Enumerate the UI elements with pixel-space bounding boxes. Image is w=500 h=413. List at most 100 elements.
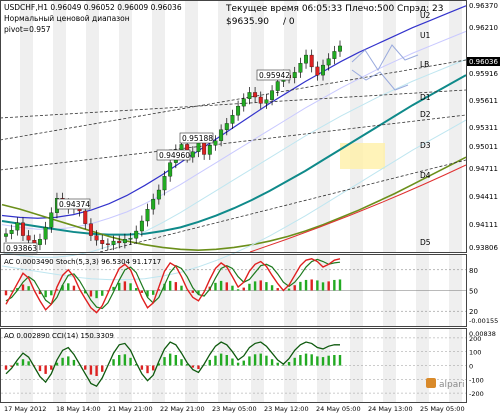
x-tick-label: 21 May 21:00 — [108, 405, 153, 413]
candle-body — [100, 239, 105, 244]
ao-bar — [197, 365, 200, 369]
candle-body — [338, 45, 342, 52]
candle-body — [15, 222, 20, 231]
candle-body — [105, 243, 110, 245]
candle-body — [292, 72, 297, 79]
ao-bar — [140, 365, 144, 370]
candle-body — [83, 210, 88, 224]
price-tick-label: 0.93806 — [469, 244, 498, 252]
ao-bar — [129, 357, 132, 366]
ao-bar — [89, 365, 93, 375]
candle-body — [264, 99, 269, 104]
cci-scale-label: 200 — [469, 335, 481, 343]
annotation-label: 0.93863 — [6, 244, 37, 253]
cci-scale-label: 0 — [469, 363, 473, 371]
x-tick-label: 17 May 2012 — [4, 405, 46, 413]
annotation-label: 0.95942 — [259, 71, 290, 80]
level-label: LB — [420, 60, 429, 69]
candle-body — [304, 54, 308, 64]
ac-bar — [265, 282, 268, 291]
candle-body — [38, 239, 42, 245]
stoch-scale-label: 80 — [469, 267, 478, 275]
ac-bar — [50, 290, 53, 296]
ac-bar — [287, 288, 291, 291]
ao-bar — [168, 353, 172, 366]
ac-bar — [140, 290, 144, 293]
ac-bar — [236, 289, 240, 291]
ao-bar — [61, 357, 64, 366]
x-tick-label: 24 May 13:00 — [368, 405, 413, 413]
candle-body — [207, 145, 212, 155]
candle-body — [275, 81, 280, 91]
ao-bar — [72, 359, 76, 366]
candle-body — [196, 142, 201, 152]
ac-bar — [253, 281, 257, 291]
level-label: D2 — [420, 110, 431, 119]
level-label: D1 — [420, 93, 431, 102]
ao-bar — [287, 362, 291, 366]
server-time: Текущее время 06:05:33 Плечо:500 Спрэд: … — [225, 4, 443, 14]
ac-bar — [327, 281, 330, 291]
stochastic-title: AC 0.0003490 Stoch(5,3,3) 96.5304 91.171… — [4, 258, 161, 266]
price-tick-label: 0.95916 — [469, 70, 498, 78]
ao-bar — [21, 359, 25, 366]
annotation-label: 0.94960 — [159, 151, 190, 160]
ac-bar — [225, 282, 228, 291]
x-tick-label: 22 May 21:00 — [160, 405, 205, 413]
candle-body — [224, 123, 229, 130]
price-tick-label: 0.94411 — [469, 193, 498, 201]
annotation-label: 0.95188 — [182, 134, 213, 143]
ac-bar — [276, 288, 279, 291]
x-tick-label: 18 May 14:00 — [56, 405, 101, 413]
current-price-label: 0.96036 — [469, 58, 498, 66]
price-tick-label: 0.95311 — [469, 124, 498, 132]
candle-body — [139, 220, 144, 232]
candle-body — [43, 227, 48, 240]
range-label: Нормальный ценовой диапазон — [4, 14, 130, 23]
ac-bar — [72, 285, 76, 291]
ao-bar — [174, 355, 178, 366]
candle-body — [21, 222, 25, 236]
ao-bar — [299, 355, 302, 366]
candle-body — [156, 189, 161, 200]
candle-body — [253, 92, 258, 98]
candle-body — [49, 212, 54, 228]
ao-bar — [248, 356, 251, 366]
session-stripe — [20, 1, 33, 252]
chart-window: U2 U1 LB D1 D2 D3 D4 D5 0.95942 0.95188 0.94960 0.9… — [0, 0, 500, 413]
ac-bar — [338, 279, 342, 291]
candle-body — [179, 144, 184, 151]
ao-bar — [225, 355, 228, 366]
candle-body — [190, 151, 195, 158]
ao-bar — [270, 359, 274, 366]
ac-bar — [4, 290, 8, 296]
ac-bar — [299, 281, 302, 291]
price-tick-label: 0.95011 — [469, 143, 498, 151]
ao-bar — [27, 361, 30, 366]
candle-body — [258, 96, 263, 104]
ac-bar — [293, 285, 296, 291]
candle-body — [162, 176, 167, 191]
candle-body — [213, 140, 218, 146]
ac-bar — [304, 279, 308, 291]
ao-bar — [123, 354, 127, 366]
session-stripe — [251, 1, 264, 252]
ao-bar — [321, 357, 325, 366]
ac-bar — [135, 288, 138, 291]
price-tick-label: 0.95611 — [469, 97, 498, 105]
ac-bar — [248, 283, 251, 291]
ao-bar — [338, 355, 342, 366]
ac-bar — [89, 290, 93, 297]
session-stripe — [284, 1, 297, 252]
target-zone — [340, 143, 385, 169]
annotation-label: 0.94374 — [59, 200, 90, 209]
candle-body — [88, 223, 93, 236]
chart-canvas: U2U1LBD1D2D3D4D50.959420.951880.949600.9… — [0, 0, 500, 413]
ac-bar — [219, 280, 223, 291]
price-tick-label: 0.94111 — [469, 221, 498, 229]
session-stripe — [185, 1, 198, 252]
candle-body — [168, 162, 173, 177]
stoch-scale-label: 20 — [469, 308, 478, 316]
ao-bar — [208, 359, 211, 366]
equity-value: $9635.90 — [226, 17, 269, 27]
